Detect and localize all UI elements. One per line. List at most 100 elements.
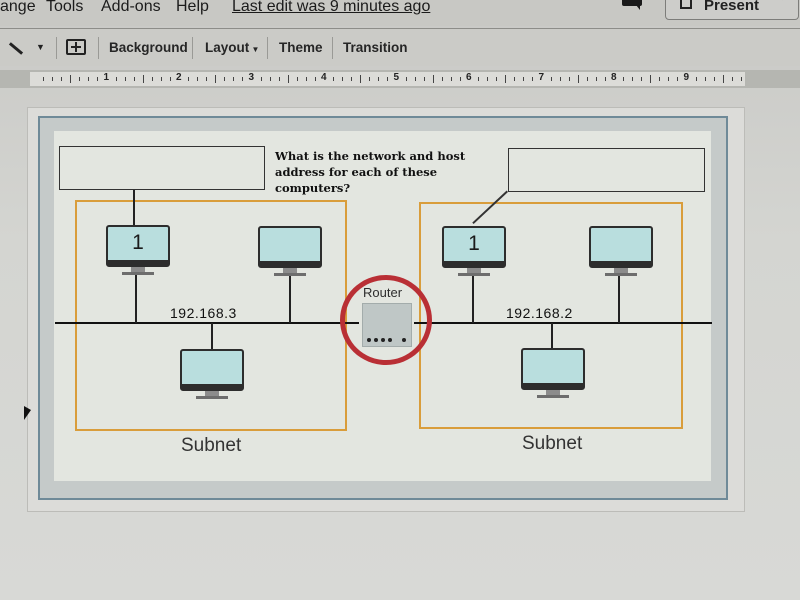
ruler-tick [206, 77, 208, 81]
ruler-tick [432, 75, 434, 83]
right-answer-box[interactable] [508, 148, 705, 192]
present-dropdown[interactable]: ▼ [771, 0, 799, 20]
computer-left-2[interactable] [258, 226, 322, 282]
computer-number: 1 [468, 232, 480, 255]
monitor-icon [589, 226, 653, 268]
ruler-tick [88, 77, 90, 81]
present-label: Present [704, 0, 760, 14]
drop-line [618, 276, 620, 323]
ruler-tick [595, 77, 597, 81]
ruler-tick [659, 77, 661, 81]
ruler-tick [586, 77, 588, 81]
ruler-tick [133, 77, 135, 81]
ruler-tick [387, 77, 389, 81]
computer-left-1[interactable]: 1 [106, 225, 170, 281]
ruler-tick [70, 75, 72, 83]
ruler-tick [351, 77, 353, 81]
toolbar: ▼ Background Layout ▼ Theme Transition [0, 28, 800, 66]
ruler-tick [532, 77, 534, 81]
ruler-tick [233, 77, 235, 81]
ruler-tick [722, 75, 724, 83]
ruler-tick [215, 75, 217, 83]
drop-line [472, 276, 474, 323]
monitor-base [196, 396, 228, 399]
right-network-address: 192.168.2 [506, 305, 573, 321]
computer-right-1[interactable]: 1 [442, 226, 506, 282]
ruler-tick [740, 77, 742, 81]
ruler-tick [650, 75, 652, 83]
ruler-tick [160, 77, 162, 81]
ruler-tick [632, 77, 634, 81]
monitor-icon: 1 [106, 225, 170, 267]
ruler-tick [242, 77, 244, 81]
ruler[interactable]: 1 2 3 4 5 6 7 8 9 [30, 72, 745, 86]
ruler-tick [305, 77, 307, 81]
ruler-number: 5 [393, 72, 400, 83]
ruler-tick [641, 77, 643, 81]
ruler-tick [713, 77, 715, 81]
ruler-number: 3 [248, 72, 255, 83]
question-text: What is the network and host address for… [275, 149, 466, 195]
line-tool-icon[interactable] [8, 42, 24, 55]
ruler-tick [43, 77, 45, 81]
ruler-tick [342, 77, 344, 81]
transition-button[interactable]: Transition [343, 40, 408, 55]
monitor-base [458, 273, 490, 276]
last-edit-link[interactable]: Last edit was 9 minutes ago [232, 0, 430, 16]
menu-help[interactable]: Help [176, 0, 209, 16]
menu-add-ons[interactable]: Add-ons [101, 0, 161, 16]
left-answer-box[interactable] [59, 146, 265, 190]
ruler-number: 8 [611, 72, 617, 83]
ruler-tick [441, 77, 443, 81]
toolbar-divider [267, 37, 268, 59]
drop-line [135, 275, 137, 323]
computer-left-3[interactable] [180, 349, 244, 405]
ruler-tick [314, 77, 316, 81]
comment-icon[interactable] [622, 0, 642, 10]
ruler-number: 1 [103, 72, 110, 83]
monitor-icon [521, 348, 585, 390]
left-network-line [55, 322, 359, 324]
left-callout-line [133, 190, 135, 226]
ruler-tick [61, 77, 63, 81]
ruler-tick [731, 77, 733, 81]
menu-tools[interactable]: Tools [46, 0, 83, 16]
line-dropdown-icon[interactable]: ▼ [36, 42, 45, 52]
background-button[interactable]: Background [109, 40, 188, 55]
computer-right-2[interactable] [589, 226, 653, 282]
chevron-down-icon: ▼ [249, 45, 260, 54]
monitor-base [537, 395, 569, 398]
ruler-tick [505, 75, 507, 83]
computer-right-3[interactable] [521, 348, 585, 404]
monitor-icon [258, 226, 322, 268]
layout-button[interactable]: Layout ▼ [205, 40, 259, 55]
monitor-base [605, 273, 637, 276]
ruler-tick [79, 77, 81, 81]
ruler-number: 6 [466, 72, 472, 83]
monitor-base [274, 273, 306, 276]
ruler-tick [496, 77, 498, 81]
theme-button[interactable]: Theme [279, 40, 323, 55]
new-comment-icon[interactable] [66, 39, 86, 55]
mouse-cursor-icon [24, 406, 31, 420]
left-subnet-label: Subnet [181, 435, 242, 456]
ruler-tick [269, 77, 271, 81]
right-subnet-label: Subnet [522, 433, 583, 454]
ruler-tick [677, 77, 679, 81]
ruler-tick [704, 77, 706, 81]
ruler-tick [405, 77, 407, 81]
ruler-tick [369, 77, 371, 81]
router-highlight-circle [340, 275, 432, 365]
monitor-icon [180, 349, 244, 391]
ruler-tick [224, 77, 226, 81]
ruler-tick [378, 77, 380, 81]
ruler-tick [550, 77, 552, 81]
toolbar-divider [192, 37, 193, 59]
ruler-tick [97, 77, 99, 81]
computer-number: 1 [132, 231, 144, 254]
menu-arrange[interactable]: ange [0, 0, 36, 16]
present-button[interactable]: Present [665, 0, 775, 20]
ruler-number: 4 [321, 72, 327, 83]
ruler-tick [459, 77, 461, 81]
ruler-tick [514, 77, 516, 81]
